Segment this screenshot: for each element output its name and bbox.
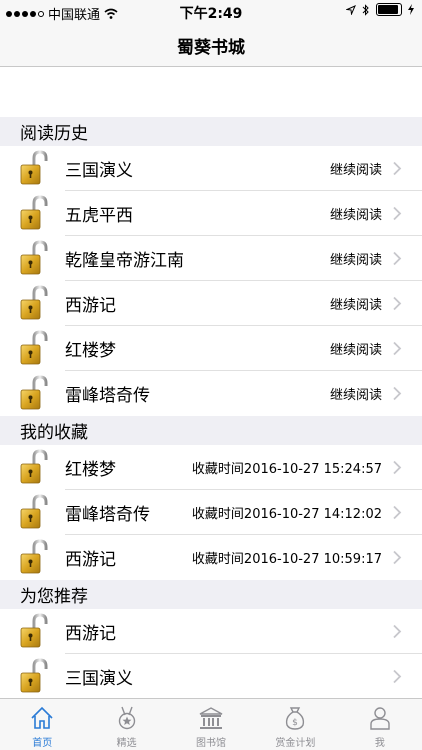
padlock-icon — [20, 539, 48, 574]
library-icon — [199, 707, 223, 729]
section-header-favorites: 我的收藏 — [0, 416, 422, 445]
navigation-bar: 蜀葵书城 — [0, 24, 422, 67]
chevron-right-icon — [393, 550, 402, 565]
padlock-icon — [20, 449, 48, 484]
padlock-icon — [20, 658, 48, 693]
section-header-history: 阅读历史 — [0, 117, 422, 146]
favorite-row[interactable]: 西游记 收藏时间2016-10-27 10:59:17 — [0, 535, 422, 580]
book-title: 三国演义 — [65, 669, 133, 689]
padlock-icon — [20, 150, 48, 185]
book-title: 雷峰塔奇传 — [65, 505, 150, 525]
location-icon — [346, 4, 356, 15]
section-header-recommend: 为您推荐 — [0, 580, 422, 609]
tab-bar: 首页 精选 图书馆 $ 赏金计划 我 — [0, 698, 422, 750]
book-title: 红楼梦 — [65, 341, 116, 361]
history-row[interactable]: 雷峰塔奇传 继续阅读 — [0, 371, 422, 416]
history-row[interactable]: 三国演义 继续阅读 — [0, 146, 422, 191]
home-icon — [31, 706, 53, 729]
charging-icon — [408, 4, 414, 15]
chevron-right-icon — [393, 669, 402, 684]
banner-spacer — [0, 67, 422, 117]
padlock-icon — [20, 494, 48, 529]
continue-reading-label: 继续阅读 — [329, 388, 382, 403]
tab-label: 首页 — [32, 738, 53, 749]
chevron-right-icon — [393, 161, 402, 176]
main-content[interactable]: 阅读历史 三国演义 继续阅读 五虎平西 继续阅读 乾隆皇帝游江南 继续阅读 西游… — [0, 67, 422, 698]
book-title: 三国演义 — [65, 161, 133, 181]
medal-icon — [118, 706, 135, 730]
tab-label: 赏金计划 — [275, 738, 316, 749]
favorited-time: 收藏时间2016-10-27 10:59:17 — [191, 552, 382, 567]
tab-home[interactable]: 首页 — [0, 699, 84, 750]
tab-me[interactable]: 我 — [338, 699, 422, 750]
continue-reading-label: 继续阅读 — [329, 253, 382, 268]
favorite-row[interactable]: 红楼梦 收藏时间2016-10-27 15:24:57 — [0, 445, 422, 490]
history-list: 三国演义 继续阅读 五虎平西 继续阅读 乾隆皇帝游江南 继续阅读 西游记 继续阅… — [0, 146, 422, 416]
continue-reading-label: 继续阅读 — [329, 298, 382, 313]
tab-bounty[interactable]: $ 赏金计划 — [253, 699, 337, 750]
favorites-list: 红楼梦 收藏时间2016-10-27 15:24:57 雷峰塔奇传 收藏时间2016… — [0, 445, 422, 580]
continue-reading-label: 继续阅读 — [329, 163, 382, 178]
book-title: 雷峰塔奇传 — [65, 386, 150, 406]
padlock-icon — [20, 330, 48, 365]
book-title: 乾隆皇帝游江南 — [65, 251, 184, 271]
favorite-row[interactable]: 雷峰塔奇传 收藏时间2016-10-27 14:12:02 — [0, 490, 422, 535]
padlock-icon — [20, 195, 48, 230]
status-right — [346, 3, 414, 16]
book-title: 西游记 — [65, 296, 116, 316]
history-row[interactable]: 西游记 继续阅读 — [0, 281, 422, 326]
chevron-right-icon — [393, 206, 402, 221]
chevron-right-icon — [393, 296, 402, 311]
padlock-icon — [20, 240, 48, 275]
chevron-right-icon — [393, 505, 402, 520]
padlock-icon — [20, 375, 48, 410]
history-row[interactable]: 红楼梦 继续阅读 — [0, 326, 422, 371]
tab-library[interactable]: 图书馆 — [169, 699, 253, 750]
recommend-row[interactable]: 西游记 — [0, 609, 422, 654]
status-bar: 中国联通 下午2:49 — [0, 0, 422, 24]
continue-reading-label: 继续阅读 — [329, 208, 382, 223]
continue-reading-label: 继续阅读 — [329, 343, 382, 358]
chevron-right-icon — [393, 341, 402, 356]
chevron-right-icon — [393, 251, 402, 266]
book-title: 西游记 — [65, 624, 116, 644]
padlock-icon — [20, 285, 48, 320]
bluetooth-icon — [362, 3, 369, 16]
tab-label: 我 — [374, 738, 385, 749]
favorited-time: 收藏时间2016-10-27 14:12:02 — [191, 507, 382, 522]
book-title: 西游记 — [65, 550, 116, 570]
history-row[interactable]: 五虎平西 继续阅读 — [0, 191, 422, 236]
battery-icon — [376, 3, 402, 16]
page-title: 蜀葵书城 — [177, 37, 245, 58]
history-row[interactable]: 乾隆皇帝游江南 继续阅读 — [0, 236, 422, 281]
app-screen: 中国联通 下午2:49 蜀葵书城 阅读历史 三国演义 继续阅读 五虎平西 继续阅… — [0, 0, 422, 750]
svg-text:$: $ — [293, 718, 299, 728]
chevron-right-icon — [393, 624, 402, 639]
book-title: 五虎平西 — [65, 206, 133, 226]
favorited-time: 收藏时间2016-10-27 15:24:57 — [191, 462, 382, 477]
tab-featured[interactable]: 精选 — [84, 699, 168, 750]
person-icon — [370, 707, 390, 730]
chevron-right-icon — [393, 460, 402, 475]
tab-label: 精选 — [116, 738, 137, 749]
padlock-icon — [20, 613, 48, 648]
book-title: 红楼梦 — [65, 460, 116, 480]
tab-label: 图书馆 — [196, 738, 227, 749]
recommend-row[interactable]: 三国演义 — [0, 654, 422, 698]
money-bag-icon: $ — [286, 707, 305, 730]
recommend-list: 西游记 三国演义 — [0, 609, 422, 698]
chevron-right-icon — [393, 386, 402, 401]
